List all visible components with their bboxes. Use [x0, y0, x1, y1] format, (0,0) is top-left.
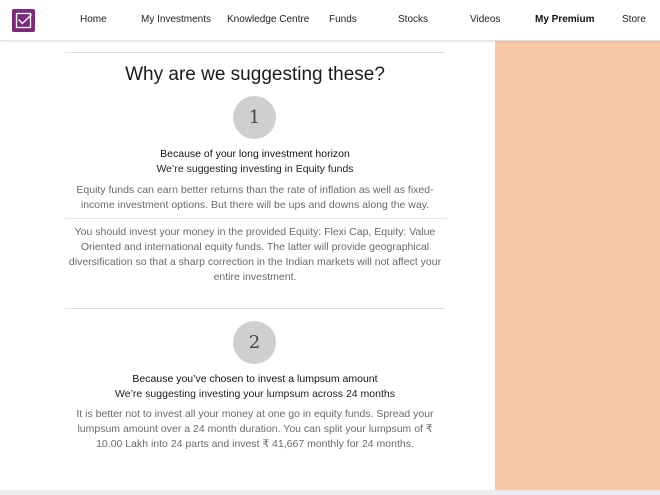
reason-paragraph: You should invest your money in the prov… [68, 226, 442, 283]
brand-logo[interactable] [12, 9, 35, 32]
nav-stocks[interactable]: Stocks [398, 14, 428, 25]
nav-knowledge-centre[interactable]: Knowledge Centre [227, 14, 309, 25]
nav-home[interactable]: Home [80, 14, 107, 25]
bottom-scroll-edge [0, 490, 660, 495]
paragraph-divider [65, 218, 447, 219]
reason-title: Because you’ve chosen to invest a lumpsu… [132, 373, 378, 385]
top-divider [65, 52, 445, 53]
reason-subtitle: We’re suggesting investing in Equity fun… [156, 163, 354, 175]
reason-paragraph: It is better not to invest all your mone… [76, 408, 434, 450]
side-accent-panel [495, 41, 660, 490]
step-number-badge: 2 [233, 321, 276, 364]
top-nav: Home My Investments Knowledge Centre Fun… [0, 0, 660, 41]
section-heading: Why are we suggesting these? [125, 64, 385, 85]
nav-videos[interactable]: Videos [470, 14, 500, 25]
reason-title: Because of your long investment horizon [160, 148, 350, 160]
reason-paragraph: Equity funds can earn better returns tha… [76, 184, 434, 211]
nav-funds[interactable]: Funds [329, 14, 357, 25]
step-number-badge: 1 [233, 96, 276, 139]
section-divider [65, 308, 445, 309]
logo-checkbox-icon [15, 12, 32, 29]
nav-my-investments[interactable]: My Investments [141, 14, 211, 25]
nav-my-premium[interactable]: My Premium [535, 14, 594, 25]
nav-store[interactable]: Store [622, 14, 646, 25]
reason-subtitle: We’re suggesting investing your lumpsum … [115, 388, 395, 400]
